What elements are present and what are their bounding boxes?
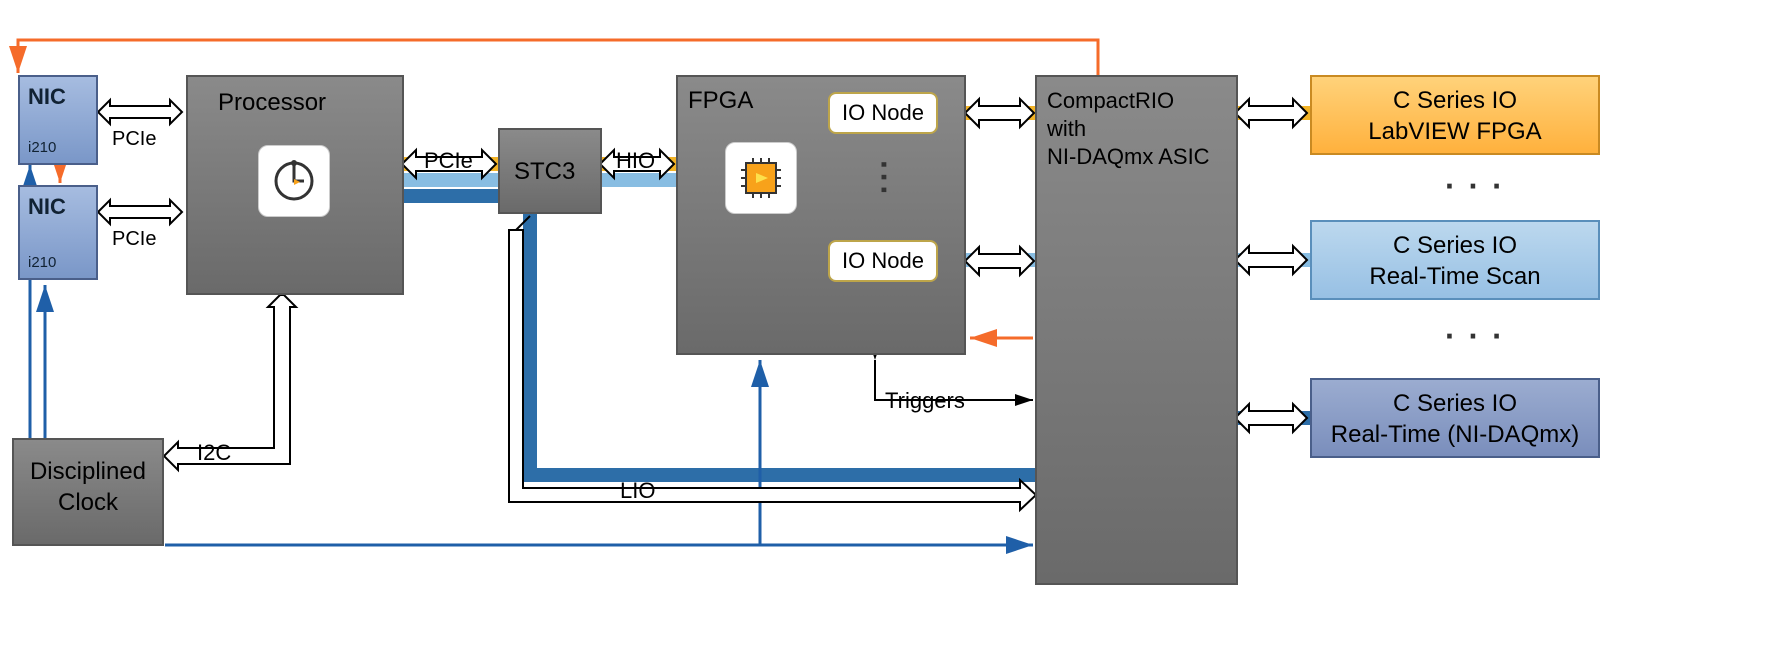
cs1-l1: C Series IO xyxy=(1312,85,1598,116)
triggers-label: Triggers xyxy=(885,388,965,414)
nic2-title: NIC xyxy=(28,193,66,222)
pcie-label-3: PCIe xyxy=(424,148,473,174)
ionode-dots: ··· xyxy=(865,160,902,198)
lio-label: LIO xyxy=(620,478,655,504)
cs12-dots: · · · xyxy=(1445,168,1505,205)
nic2-sub: i210 xyxy=(28,253,56,273)
stc3-label: STC3 xyxy=(514,156,575,187)
fpga-chip-icon xyxy=(725,142,797,214)
fpga-label: FPGA xyxy=(688,85,753,116)
clock-line2: Clock xyxy=(14,487,162,518)
cs3-block: C Series IO Real-Time (NI-DAQmx) xyxy=(1310,378,1600,458)
cs23-dots: · · · xyxy=(1445,318,1505,355)
pcie-label-2: PCIe xyxy=(112,228,156,251)
clock-block: Disciplined Clock xyxy=(12,438,164,546)
cs3-l1: C Series IO xyxy=(1312,388,1598,419)
i2c-label: I2C xyxy=(197,440,231,466)
ionode1: IO Node xyxy=(828,92,938,134)
cs2-l1: C Series IO xyxy=(1312,230,1598,261)
ionode2: IO Node xyxy=(828,240,938,282)
clock-chip-icon xyxy=(258,145,330,217)
stc3-block: STC3 xyxy=(498,128,602,214)
crio-line2: with xyxy=(1047,115,1086,144)
hio-label: HIO xyxy=(616,148,655,174)
crio-line1: CompactRIO xyxy=(1047,87,1174,116)
cs2-block: C Series IO Real-Time Scan xyxy=(1310,220,1600,300)
nic1-title: NIC xyxy=(28,83,66,112)
nic1-sub: i210 xyxy=(28,138,56,158)
cs2-l2: Real-Time Scan xyxy=(1312,261,1598,292)
nic1-block: NIC i210 xyxy=(18,75,98,165)
cs1-l2: LabVIEW FPGA xyxy=(1312,116,1598,147)
crio-block: CompactRIO with NI-DAQmx ASIC xyxy=(1035,75,1238,585)
clock-line1: Disciplined xyxy=(14,456,162,487)
pcie-label-1: PCIe xyxy=(112,128,156,151)
nic2-block: NIC i210 xyxy=(18,185,98,280)
cs3-l2: Real-Time (NI-DAQmx) xyxy=(1312,419,1598,450)
crio-line3: NI-DAQmx ASIC xyxy=(1047,143,1210,172)
cs1-block: C Series IO LabVIEW FPGA xyxy=(1310,75,1600,155)
processor-label: Processor xyxy=(218,87,326,118)
